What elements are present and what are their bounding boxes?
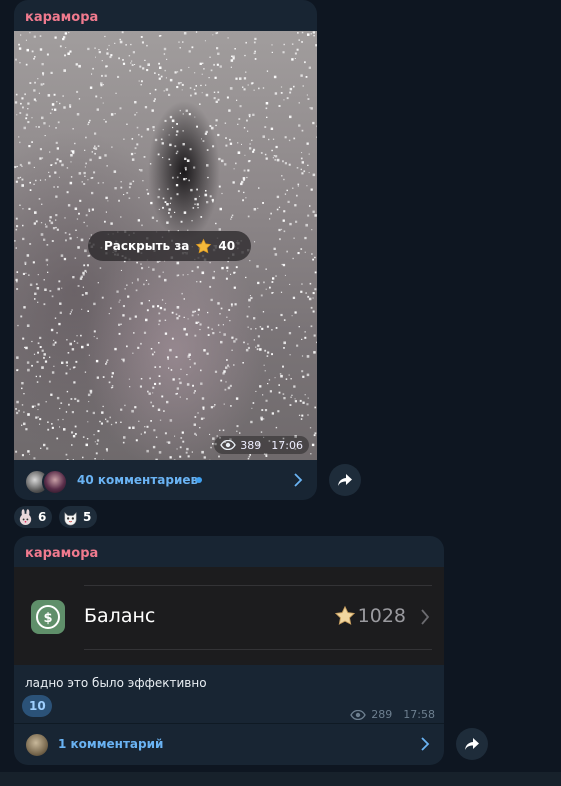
share-arrow-icon — [338, 474, 352, 486]
reaction-chip[interactable]: 10 — [22, 695, 52, 717]
post-time: 17:06 — [271, 438, 303, 452]
reaction-count: 5 — [83, 510, 92, 524]
reveal-button[interactable]: Раскрыть за 40 — [88, 231, 252, 261]
eye-icon — [220, 440, 237, 450]
dollar-icon: $ — [31, 600, 65, 634]
divider — [84, 649, 432, 650]
post-bubble-2: карамора $ Баланс 1028 ладно это было эф… — [14, 536, 444, 765]
divider — [84, 585, 432, 586]
commenter-avatar-2 — [42, 469, 68, 495]
share-arrow-icon — [465, 738, 479, 750]
message-text: ладно это было эффективно — [25, 676, 207, 690]
reaction-chip[interactable]: 5 — [59, 506, 98, 528]
share-button[interactable] — [456, 728, 488, 760]
chevron-right-icon — [421, 609, 430, 625]
chevron-right-icon — [294, 473, 303, 487]
share-button[interactable] — [329, 464, 361, 496]
commenter-avatar — [24, 732, 50, 758]
reaction-chip[interactable]: 6 — [14, 506, 53, 528]
balance-amount: 1028 — [357, 605, 406, 627]
post-time: 17:58 — [403, 708, 435, 721]
message-meta: 289 17:58 — [350, 708, 435, 721]
balance-value: 1028 — [334, 605, 406, 627]
balance-screenshot[interactable]: $ Баланс 1028 — [14, 567, 444, 665]
post-bubble-1: карамора Раскрыть за 40 389 17:06 40 ком… — [14, 0, 317, 500]
paid-media-preview[interactable]: Раскрыть за 40 389 17:06 — [14, 31, 317, 460]
view-count: 289 — [371, 708, 393, 721]
comments-label: 40 комментариев — [77, 473, 199, 487]
eye-icon — [350, 709, 367, 720]
unread-dot — [196, 477, 202, 483]
chevron-right-icon — [421, 737, 430, 751]
view-count: 389 — [240, 438, 262, 452]
bunny-emoji-icon — [19, 508, 32, 525]
reveal-label: Раскрыть за — [104, 239, 190, 253]
cat-face-emoji-icon — [64, 511, 77, 525]
comments-link[interactable]: 1 комментарий — [14, 724, 444, 764]
reaction-count: 10 — [29, 699, 46, 713]
star-icon — [196, 238, 212, 253]
reaction-count: 6 — [38, 510, 47, 524]
star-icon — [334, 605, 355, 625]
media-meta: 389 17:06 — [214, 436, 309, 454]
comments-link[interactable]: 40 комментариев — [14, 460, 317, 500]
post-author[interactable]: карамора — [25, 10, 98, 25]
balance-label: Баланс — [84, 605, 156, 627]
svg-text:$: $ — [43, 611, 52, 626]
composer-edge — [0, 772, 561, 786]
comments-label: 1 комментарий — [58, 737, 164, 751]
reveal-price: 40 — [218, 239, 236, 253]
post-author[interactable]: карамора — [25, 546, 98, 561]
